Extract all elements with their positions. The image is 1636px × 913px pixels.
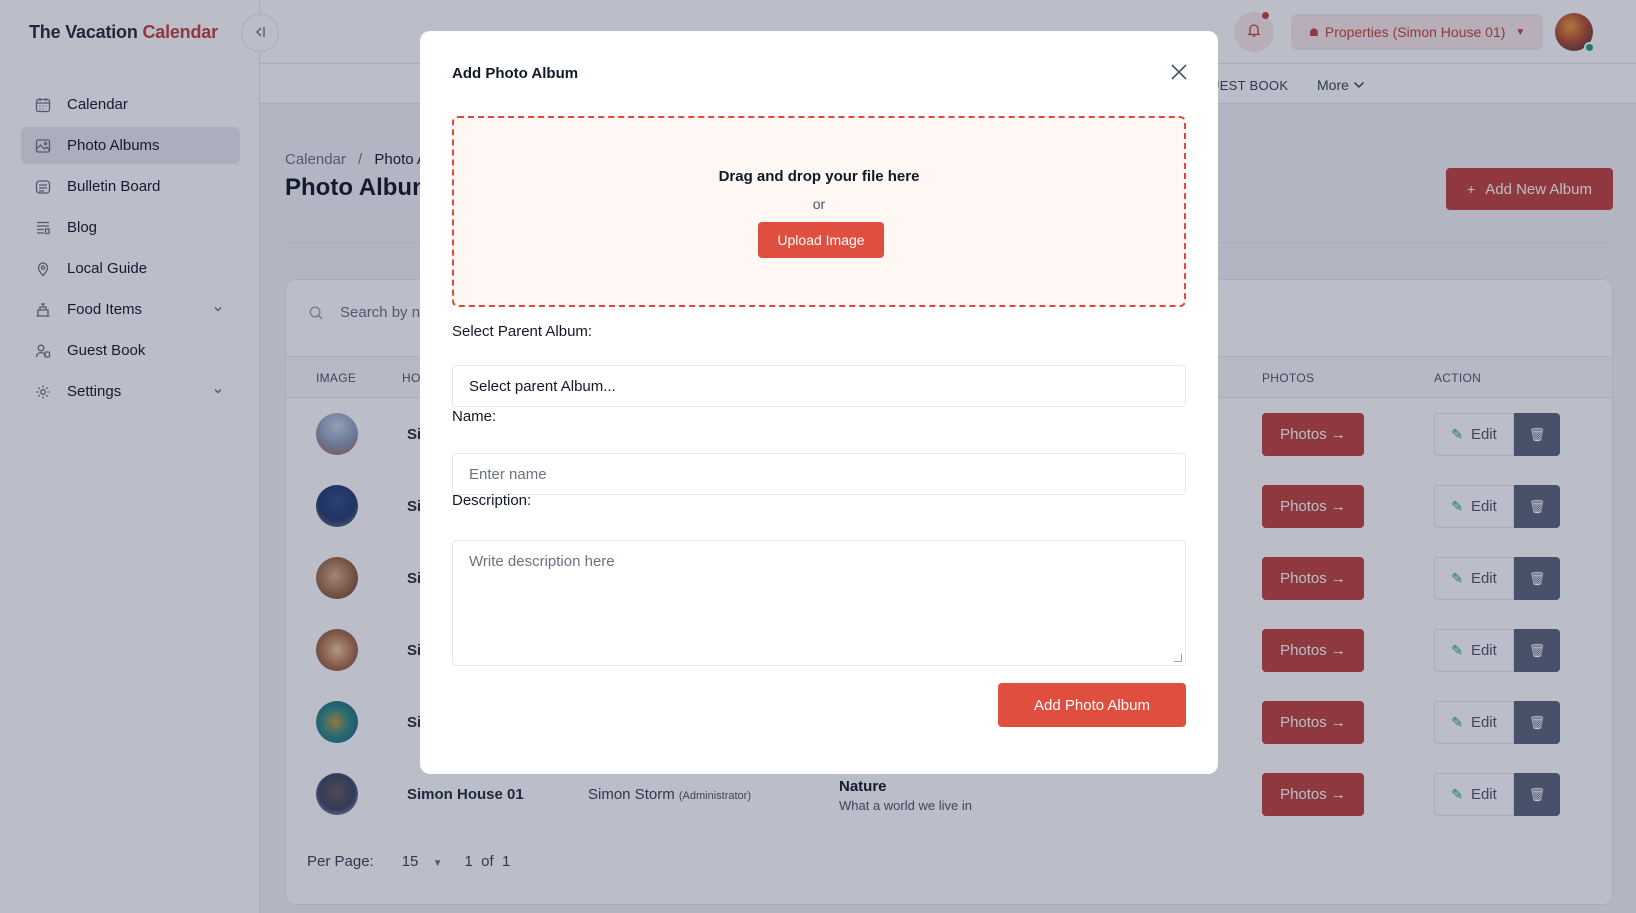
parent-album-select[interactable]: Select parent Album... [452,365,1186,407]
description-label: Description: [452,492,532,509]
close-icon [1168,64,1190,87]
dropzone-title: Drag and drop your file here [718,168,920,185]
add-photo-album-button[interactable]: Add Photo Album [998,683,1186,727]
dropzone-or: or [812,196,826,212]
file-dropzone[interactable]: Drag and drop your file here or Upload I… [452,116,1186,307]
upload-image-button[interactable]: Upload Image [758,222,884,258]
parent-album-label: Select Parent Album: [452,323,593,340]
description-textarea[interactable]: Write description here [452,540,1186,666]
close-button[interactable] [1168,61,1190,83]
name-input[interactable]: Enter name [452,453,1186,495]
add-photo-album-modal: Add Photo Album Drag and drop your file … [420,31,1218,774]
resize-handle-icon[interactable] [1174,654,1182,662]
name-label: Name: [452,408,497,425]
modal-title: Add Photo Album [452,65,579,82]
description-placeholder: Write description here [469,553,615,570]
